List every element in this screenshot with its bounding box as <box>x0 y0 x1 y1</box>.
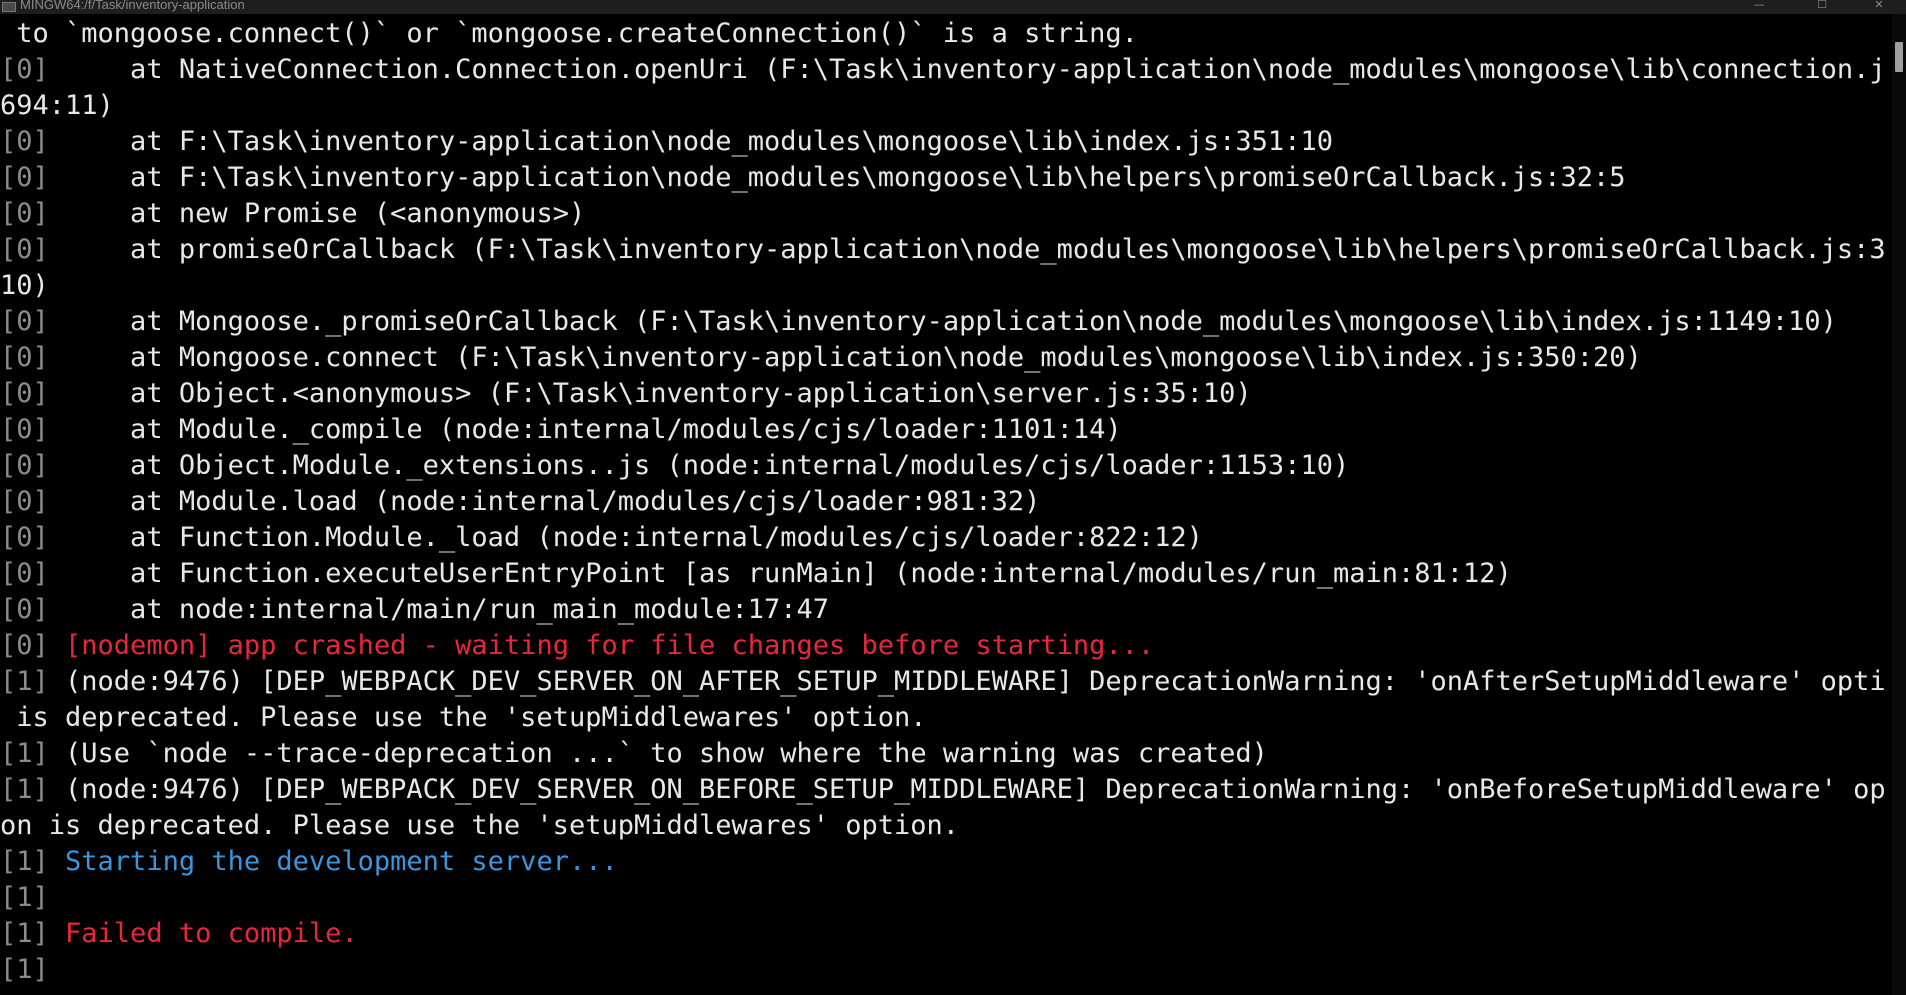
terminal-line: [1] (Use `node --trace-deprecation ...` … <box>0 736 1886 772</box>
line-text: at Object.<anonymous> (F:\Task\inventory… <box>48 378 1252 409</box>
maximize-button[interactable]: ☐ <box>1800 0 1844 14</box>
line-text: at node:internal/main/run_main_module:17… <box>48 594 830 625</box>
terminal-line: [1] (node:9476) [DEP_WEBPACK_DEV_SERVER_… <box>0 772 1886 808</box>
terminal-line: is deprecated. Please use the 'setupMidd… <box>0 700 1886 736</box>
line-text: at F:\Task\inventory-application\node_mo… <box>48 162 1626 193</box>
terminal-line: to `mongoose.connect()` or `mongoose.cre… <box>0 16 1886 52</box>
terminal-line: [0] at F:\Task\inventory-application\nod… <box>0 160 1886 196</box>
line-text: at NativeConnection.Connection.openUri (… <box>48 54 1886 85</box>
process-prefix: [1] <box>0 666 49 697</box>
line-text: Starting the development server... <box>48 846 618 877</box>
process-prefix: [1] <box>0 954 49 985</box>
process-prefix: [0] <box>0 558 49 589</box>
process-prefix: [0] <box>0 486 49 517</box>
process-prefix: [0] <box>0 162 49 193</box>
terminal-line: [0] at Object.<anonymous> (F:\Task\inven… <box>0 376 1886 412</box>
line-text: at new Promise (<anonymous>) <box>48 198 586 229</box>
process-prefix: [0] <box>0 342 49 373</box>
process-prefix: [0] <box>0 594 49 625</box>
process-prefix: [0] <box>0 54 49 85</box>
process-prefix: [0] <box>0 234 49 265</box>
terminal-line: [0] at F:\Task\inventory-application\nod… <box>0 124 1886 160</box>
line-text: [nodemon] app crashed - waiting for file… <box>48 630 1155 661</box>
line-text: at Function.executeUserEntryPoint [as ru… <box>48 558 1512 589</box>
terminal-line: [0] at Function.executeUserEntryPoint [a… <box>0 556 1886 592</box>
terminal-line: [0] at Mongoose.connect (F:\Task\invento… <box>0 340 1886 376</box>
process-prefix: [0] <box>0 450 49 481</box>
line-text: 694:11) <box>0 90 114 121</box>
line-text: at F:\Task\inventory-application\node_mo… <box>48 126 1333 157</box>
line-text: (node:9476) [DEP_WEBPACK_DEV_SERVER_ON_B… <box>48 774 1886 805</box>
line-text: at Module.load (node:internal/modules/cj… <box>48 486 1041 517</box>
terminal-line: [1] Starting the development server... <box>0 844 1886 880</box>
process-prefix: [0] <box>0 630 49 661</box>
process-prefix: [0] <box>0 198 49 229</box>
process-prefix: [0] <box>0 414 49 445</box>
process-prefix: [0] <box>0 126 49 157</box>
terminal-line: [0] [nodemon] app crashed - waiting for … <box>0 628 1886 664</box>
terminal-line: [0] at Module._compile (node:internal/mo… <box>0 412 1886 448</box>
terminal-line: [0] at Object.Module._extensions..js (no… <box>0 448 1886 484</box>
process-prefix: [1] <box>0 918 49 949</box>
close-button[interactable]: ✕ <box>1857 0 1901 14</box>
line-text: Failed to compile. <box>48 918 358 949</box>
terminal-line: [0] at promiseOrCallback (F:\Task\invent… <box>0 232 1886 268</box>
line-text: at Function.Module._load (node:internal/… <box>48 522 1203 553</box>
terminal-line: [0] at Mongoose._promiseOrCallback (F:\T… <box>0 304 1886 340</box>
process-prefix: [0] <box>0 522 49 553</box>
minimize-button[interactable]: — <box>1737 0 1781 14</box>
process-prefix: [0] <box>0 306 49 337</box>
line-text: on is deprecated. Please use the 'setupM… <box>0 810 960 841</box>
terminal-line: [0] at new Promise (<anonymous>) <box>0 196 1886 232</box>
line-text: at Mongoose.connect (F:\Task\inventory-a… <box>48 342 1642 373</box>
process-prefix: [1] <box>0 846 49 877</box>
terminal-output[interactable]: to `mongoose.connect()` or `mongoose.cre… <box>0 16 1886 995</box>
vertical-scrollbar[interactable] <box>1892 14 1906 995</box>
line-text: (Use `node --trace-deprecation ...` to s… <box>48 738 1268 769</box>
process-prefix: [1] <box>0 774 49 805</box>
terminal-window: MINGW64:/f/Task/inventory-application — … <box>0 0 1906 995</box>
process-prefix: [1] <box>0 738 49 769</box>
terminal-line: 694:11) <box>0 88 1886 124</box>
terminal-line: [1] <box>0 952 1886 988</box>
terminal-line: [1] <box>0 880 1886 916</box>
terminal-line: [0] at Module.load (node:internal/module… <box>0 484 1886 520</box>
terminal-line: [1] Failed to compile. <box>0 916 1886 952</box>
line-text: 10) <box>0 270 49 301</box>
process-prefix: [0] <box>0 378 49 409</box>
process-prefix: [1] <box>0 882 49 913</box>
line-text: at Mongoose._promiseOrCallback (F:\Task\… <box>48 306 1837 337</box>
line-text: is deprecated. Please use the 'setupMidd… <box>0 702 927 733</box>
terminal-line: [1] (node:9476) [DEP_WEBPACK_DEV_SERVER_… <box>0 664 1886 700</box>
terminal-line: 10) <box>0 268 1886 304</box>
line-text: at promiseOrCallback (F:\Task\inventory-… <box>48 234 1886 265</box>
window-title: MINGW64:/f/Task/inventory-application <box>20 0 245 12</box>
terminal-app-icon <box>2 2 16 12</box>
line-text: (node:9476) [DEP_WEBPACK_DEV_SERVER_ON_A… <box>48 666 1886 697</box>
scrollbar-thumb[interactable] <box>1895 42 1903 72</box>
line-text: at Module._compile (node:internal/module… <box>48 414 1122 445</box>
terminal-line: [0] at NativeConnection.Connection.openU… <box>0 52 1886 88</box>
terminal-line: [0] at Function.Module._load (node:inter… <box>0 520 1886 556</box>
terminal-line: on is deprecated. Please use the 'setupM… <box>0 808 1886 844</box>
line-text: to `mongoose.connect()` or `mongoose.cre… <box>0 18 1138 49</box>
line-text: at Object.Module._extensions..js (node:i… <box>48 450 1350 481</box>
title-bar[interactable]: MINGW64:/f/Task/inventory-application — … <box>0 0 1906 14</box>
terminal-line: [0] at node:internal/main/run_main_modul… <box>0 592 1886 628</box>
